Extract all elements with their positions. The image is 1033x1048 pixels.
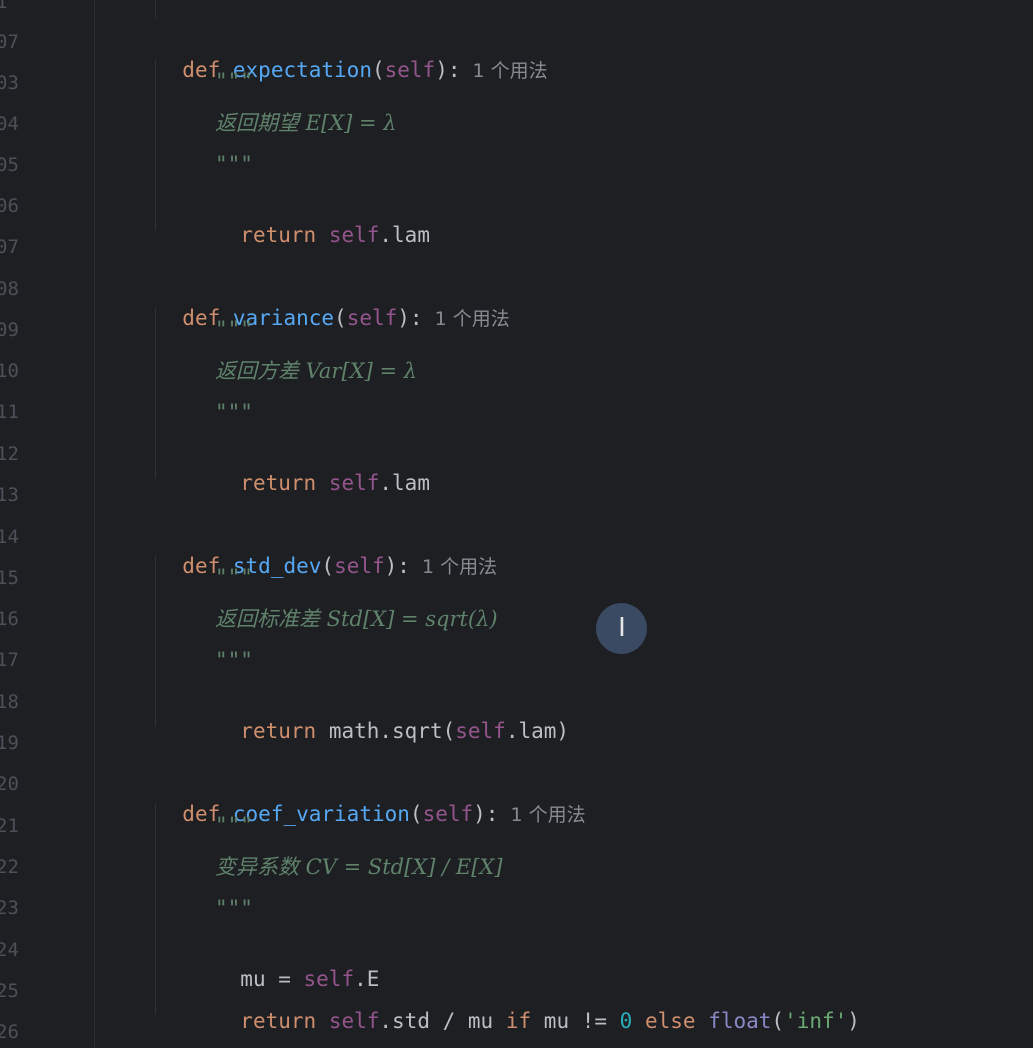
paren: ( — [321, 554, 335, 578]
paren: ( — [371, 58, 385, 82]
return-keyword: return — [240, 1009, 317, 1033]
indent-guide — [155, 556, 156, 726]
docstring-quote: """ — [215, 648, 253, 672]
line-number: 07 — [0, 236, 19, 258]
code-line-def-std-dev[interactable]: def std_dev(self): 1 个用法 — [157, 521, 497, 578]
return-keyword: return — [240, 223, 317, 247]
self-ref: self — [328, 223, 380, 247]
attribute: .lam) — [505, 719, 570, 743]
line-number: 14 — [0, 526, 19, 548]
usage-hint[interactable]: 1 个用法 — [473, 60, 548, 82]
docstring-text: 变异系数 CV = Std[X] / E[X] — [215, 855, 503, 879]
self-param: self — [422, 802, 474, 826]
paren: ) — [847, 1009, 860, 1033]
line-number: 04 — [0, 113, 19, 135]
line-number: 15 — [0, 567, 19, 589]
self-ref: self — [328, 1009, 380, 1033]
self-param: self — [346, 306, 398, 330]
line-number: 17 — [0, 649, 19, 671]
usage-hint[interactable]: 1 个用法 — [510, 804, 585, 826]
indent-guide — [155, 804, 156, 1014]
return-keyword: return — [240, 719, 317, 743]
indent-guide — [155, 60, 156, 230]
code-line-return[interactable]: return self.std / mu if mu != 0 else flo… — [215, 976, 860, 1033]
docstring-quote: """ — [215, 813, 253, 837]
attribute: .std / mu — [379, 1009, 494, 1033]
line-number: 1 — [0, 0, 8, 13]
number-literal: 0 — [619, 1009, 633, 1033]
code-line-assign[interactable]: mu = self.E — [215, 934, 379, 991]
else-keyword: else — [644, 1009, 696, 1033]
code-line-return[interactable]: return self.lam — [215, 190, 430, 247]
self-param: self — [384, 58, 436, 82]
docstring-text: 返回期望 E[X] = λ — [215, 111, 397, 135]
line-number: 12 — [0, 443, 19, 465]
line-number: 20 — [0, 773, 19, 795]
line-number: 21 — [0, 815, 19, 837]
attribute: .lam — [379, 471, 430, 495]
gutter-divider — [94, 0, 95, 1048]
function-name[interactable]: expectation — [233, 58, 372, 82]
line-number: 18 — [0, 691, 19, 713]
return-keyword: return — [240, 471, 317, 495]
code-line-def-variance[interactable]: def variance(self): 1 个用法 — [157, 273, 509, 330]
line-number: 07 — [0, 31, 19, 53]
usage-hint[interactable]: 1 个用法 — [435, 308, 510, 330]
code-line-return[interactable]: return self.lam — [215, 438, 430, 495]
line-number: 23 — [0, 897, 19, 919]
string-literal: 'inf' — [784, 1009, 848, 1033]
indent-guide — [155, 0, 156, 18]
indent-guide — [155, 308, 156, 478]
line-number: 19 — [0, 732, 19, 754]
line-number: 09 — [0, 319, 19, 341]
condition: mu != — [543, 1009, 620, 1033]
paren: ): — [384, 554, 410, 578]
docstring-quote: """ — [215, 400, 253, 424]
paren: ): — [397, 306, 423, 330]
line-number: 03 — [0, 72, 19, 94]
function-name[interactable]: coef_variation — [233, 802, 410, 826]
self-ref: self — [455, 719, 506, 743]
line-number: 13 — [0, 484, 19, 506]
line-number: 10 — [0, 360, 19, 382]
code-line-return[interactable]: return math.sqrt(self.lam) — [215, 686, 569, 743]
docstring-text: 返回方差 Var[X] = λ — [215, 359, 418, 383]
line-number-gutter: 1 07 03 04 05 06 07 08 09 10 11 12 13 14… — [0, 0, 94, 1048]
call: math.sqrt( — [328, 719, 456, 743]
paren: ): — [435, 58, 461, 82]
docstring-quote: """ — [215, 565, 253, 589]
line-number: 22 — [0, 856, 19, 878]
self-ref: self — [328, 471, 380, 495]
docstring-text: 返回标准差 Std[X] = sqrt(λ) — [215, 607, 498, 631]
line-number: 05 — [0, 154, 19, 176]
builtin-float: float — [708, 1009, 772, 1033]
usage-hint[interactable]: 1 个用法 — [422, 556, 497, 578]
docstring-quote: """ — [215, 152, 253, 176]
line-number: 06 — [0, 195, 19, 217]
docstring-quote: """ — [215, 69, 253, 93]
line-number: 08 — [0, 278, 19, 300]
self-param: self — [334, 554, 385, 578]
paren: ( — [334, 306, 347, 330]
docstring-quote: """ — [215, 317, 253, 341]
line-number: 25 — [0, 980, 19, 1002]
code-line-def-expectation[interactable]: def expectation(self): 1 个用法 — [157, 25, 547, 82]
line-number: 11 — [0, 401, 19, 423]
paren: ): — [473, 802, 499, 826]
if-keyword: if — [505, 1009, 532, 1033]
paren: ( — [409, 802, 423, 826]
paren: ( — [771, 1009, 785, 1033]
code-line-def-coef-variation[interactable]: def coef_variation(self): 1 个用法 — [157, 769, 585, 826]
line-number: 26 — [0, 1021, 19, 1043]
line-number: 16 — [0, 608, 19, 630]
docstring-quote: """ — [215, 896, 253, 920]
text-cursor-icon: I — [618, 613, 626, 643]
attribute: .lam — [379, 223, 430, 247]
line-number: 24 — [0, 939, 19, 961]
